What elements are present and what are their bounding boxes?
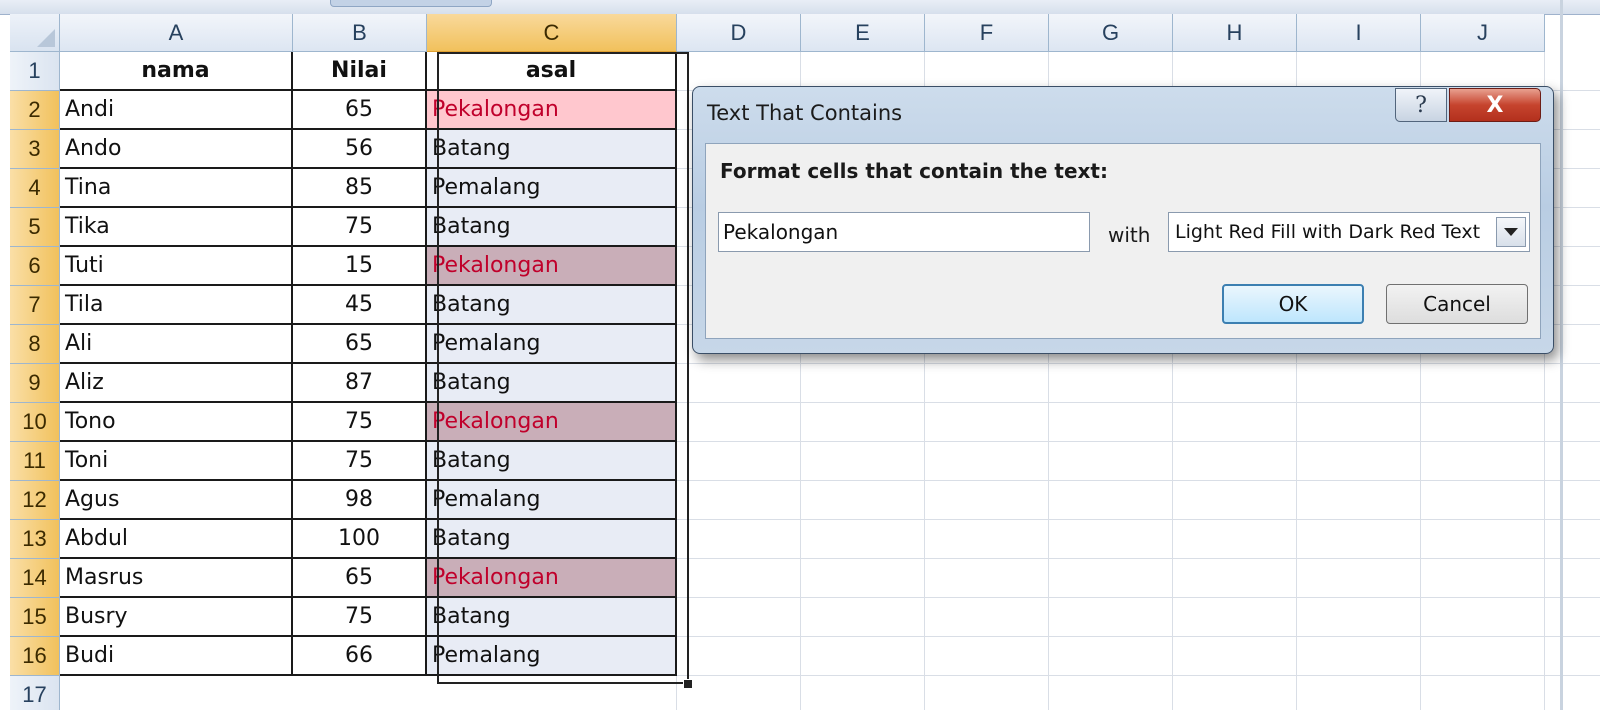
row-header-2[interactable]: 2	[10, 91, 60, 130]
cancel-button[interactable]: Cancel	[1386, 284, 1528, 324]
row-header-8[interactable]: 8	[10, 325, 60, 364]
cell-nama[interactable]: Aliz	[60, 364, 293, 403]
row-header-7[interactable]: 7	[10, 286, 60, 325]
column-header-h[interactable]: H	[1173, 14, 1297, 52]
cell-asal[interactable]: Pemalang	[427, 637, 677, 676]
cell-nama[interactable]: Tuti	[60, 247, 293, 286]
column-header-i[interactable]: I	[1297, 14, 1421, 52]
row-header-12[interactable]: 12	[10, 481, 60, 520]
row-header-1[interactable]: 1	[10, 52, 60, 91]
row-header-4[interactable]: 4	[10, 169, 60, 208]
cell-nilai[interactable]: 15	[293, 247, 427, 286]
cell-nilai[interactable]: 75	[293, 442, 427, 481]
close-button[interactable]: X	[1449, 88, 1541, 122]
cell-asal[interactable]: Batang	[427, 286, 677, 325]
dialog-title: Text That Contains	[707, 101, 903, 125]
cell-asal[interactable]: Pemalang	[427, 481, 677, 520]
row-header-5[interactable]: 5	[10, 208, 60, 247]
select-all-corner[interactable]	[10, 14, 60, 52]
cell-asal[interactable]: Pekalongan	[427, 559, 677, 598]
ribbon-edge	[0, 0, 1600, 15]
row-header-11[interactable]: 11	[10, 442, 60, 481]
cell-nama[interactable]: Agus	[60, 481, 293, 520]
cell-nilai[interactable]: 75	[293, 208, 427, 247]
cell-nama[interactable]: Budi	[60, 637, 293, 676]
column-header-e[interactable]: E	[801, 14, 925, 52]
cell-nilai[interactable]: 65	[293, 559, 427, 598]
window-frame-right	[1560, 0, 1563, 710]
cell-asal[interactable]: Pemalang	[427, 325, 677, 364]
cell-nilai[interactable]: 100	[293, 520, 427, 559]
cell-nama[interactable]: Tono	[60, 403, 293, 442]
cell-asal[interactable]: Batang	[427, 598, 677, 637]
cell-nama[interactable]: Toni	[60, 442, 293, 481]
ok-button[interactable]: OK	[1222, 284, 1364, 324]
row-header-3[interactable]: 3	[10, 130, 60, 169]
close-icon: X	[1486, 92, 1504, 118]
cell-nama[interactable]: Ali	[60, 325, 293, 364]
format-style-select[interactable]: Light Red Fill with Dark Red Text	[1168, 212, 1530, 252]
column-header-g[interactable]: G	[1049, 14, 1173, 52]
header-cell-asal[interactable]: asal	[427, 52, 677, 91]
header-cell-nama[interactable]: nama	[60, 52, 293, 91]
cell-asal[interactable]: Batang	[427, 130, 677, 169]
header-cell-nilai[interactable]: Nilai	[293, 52, 427, 91]
column-header-d[interactable]: D	[677, 14, 801, 52]
format-style-value: Light Red Fill with Dark Red Text	[1175, 221, 1481, 243]
cell-nama[interactable]: Abdul	[60, 520, 293, 559]
cell-nama[interactable]: Tika	[60, 208, 293, 247]
cell-nilai[interactable]: 85	[293, 169, 427, 208]
cell-nilai[interactable]: 56	[293, 130, 427, 169]
help-icon: ?	[1415, 92, 1427, 118]
contains-text-label: Format cells that contain the text:	[720, 159, 1108, 183]
cell-nilai[interactable]: 45	[293, 286, 427, 325]
cell-asal[interactable]: Pekalongan	[427, 403, 677, 442]
cell-nilai[interactable]: 75	[293, 598, 427, 637]
cell-nama[interactable]: Masrus	[60, 559, 293, 598]
cell-asal[interactable]: Pekalongan	[427, 91, 677, 130]
text-that-contains-dialog: Text That Contains ? X Format cells that…	[692, 86, 1554, 354]
column-header-c[interactable]: C	[427, 14, 677, 52]
cell-nilai[interactable]: 75	[293, 403, 427, 442]
cell-nama[interactable]: Ando	[60, 130, 293, 169]
column-header-j[interactable]: J	[1421, 14, 1545, 52]
with-label: with	[1108, 223, 1151, 247]
column-header-a[interactable]: A	[60, 14, 293, 52]
row-header-10[interactable]: 10	[10, 403, 60, 442]
contains-text-input[interactable]	[718, 212, 1090, 252]
cell-nama[interactable]: Tila	[60, 286, 293, 325]
cell-nilai[interactable]: 98	[293, 481, 427, 520]
row-header-6[interactable]: 6	[10, 247, 60, 286]
cell-asal[interactable]: Batang	[427, 208, 677, 247]
cell-nama[interactable]: Andi	[60, 91, 293, 130]
dropdown-arrow-icon[interactable]	[1496, 217, 1526, 247]
cell-nama[interactable]: Busry	[60, 598, 293, 637]
cell-asal[interactable]: Batang	[427, 364, 677, 403]
column-header-b[interactable]: B	[293, 14, 427, 52]
row-header-13[interactable]: 13	[10, 520, 60, 559]
row-header-16[interactable]: 16	[10, 637, 60, 676]
row-header-15[interactable]: 15	[10, 598, 60, 637]
dialog-body: Format cells that contain the text: with…	[705, 143, 1541, 339]
row-header-9[interactable]: 9	[10, 364, 60, 403]
cell-nama[interactable]: Tina	[60, 169, 293, 208]
cell-nilai[interactable]: 87	[293, 364, 427, 403]
column-header-f[interactable]: F	[925, 14, 1049, 52]
cell-asal[interactable]: Batang	[427, 520, 677, 559]
help-button[interactable]: ?	[1395, 88, 1447, 122]
cell-asal[interactable]: Pekalongan	[427, 247, 677, 286]
cell-asal[interactable]: Pemalang	[427, 169, 677, 208]
select-all-triangle-icon	[37, 29, 55, 47]
row-header-14[interactable]: 14	[10, 559, 60, 598]
fill-handle[interactable]	[683, 679, 693, 689]
sheet-tab-stub[interactable]	[330, 0, 492, 7]
cell-nilai[interactable]: 65	[293, 91, 427, 130]
row-header-17[interactable]: 17	[10, 676, 60, 710]
cell-nilai[interactable]: 66	[293, 637, 427, 676]
cell-nilai[interactable]: 65	[293, 325, 427, 364]
cell-asal[interactable]: Batang	[427, 442, 677, 481]
